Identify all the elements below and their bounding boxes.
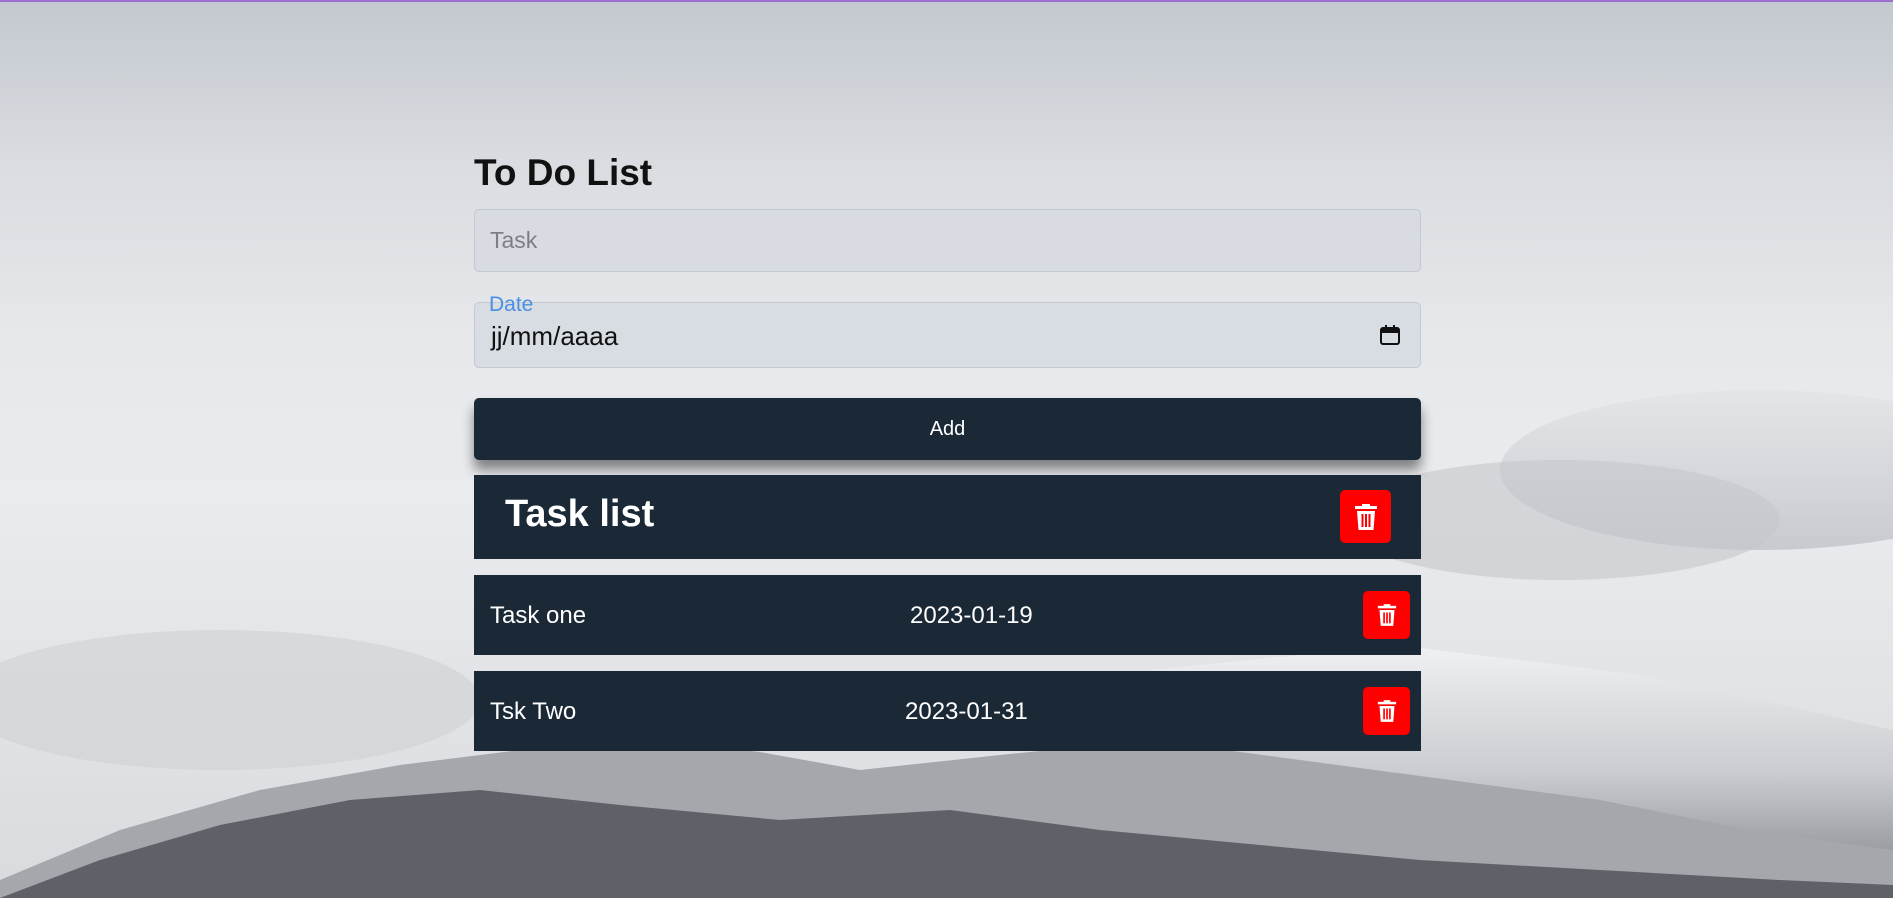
page-title: To Do List (474, 152, 653, 193)
delete-task-button[interactable] (1363, 687, 1410, 735)
task-name: Task one (490, 602, 587, 629)
date-field[interactable]: Date jj/mm/aaaa (474, 293, 1421, 368)
task-date: 2023-01-31 (905, 698, 1028, 725)
add-button[interactable]: Add (474, 398, 1421, 460)
task-row: Tsk Two 2023-01-31 (474, 671, 1421, 751)
task-input[interactable] (474, 209, 1421, 272)
delete-task-button[interactable] (1363, 591, 1410, 639)
task-date: 2023-01-19 (910, 602, 1033, 629)
trash-icon (1377, 604, 1396, 626)
task-name: Tsk Two (490, 698, 577, 725)
todo-container: To Do List Date jj/mm/aaaa Add Task list… (474, 150, 1421, 751)
task-row: Task one 2023-01-19 (474, 575, 1421, 655)
date-label: Date (489, 293, 534, 316)
trash-icon (1354, 503, 1377, 530)
calendar-icon[interactable] (1378, 323, 1402, 347)
date-value[interactable]: jj/mm/aaaa (491, 321, 618, 352)
delete-all-button[interactable] (1340, 490, 1391, 543)
task-list-header: Task list (474, 475, 1421, 559)
trash-icon (1377, 700, 1396, 722)
task-list-title: Task list (505, 493, 655, 535)
